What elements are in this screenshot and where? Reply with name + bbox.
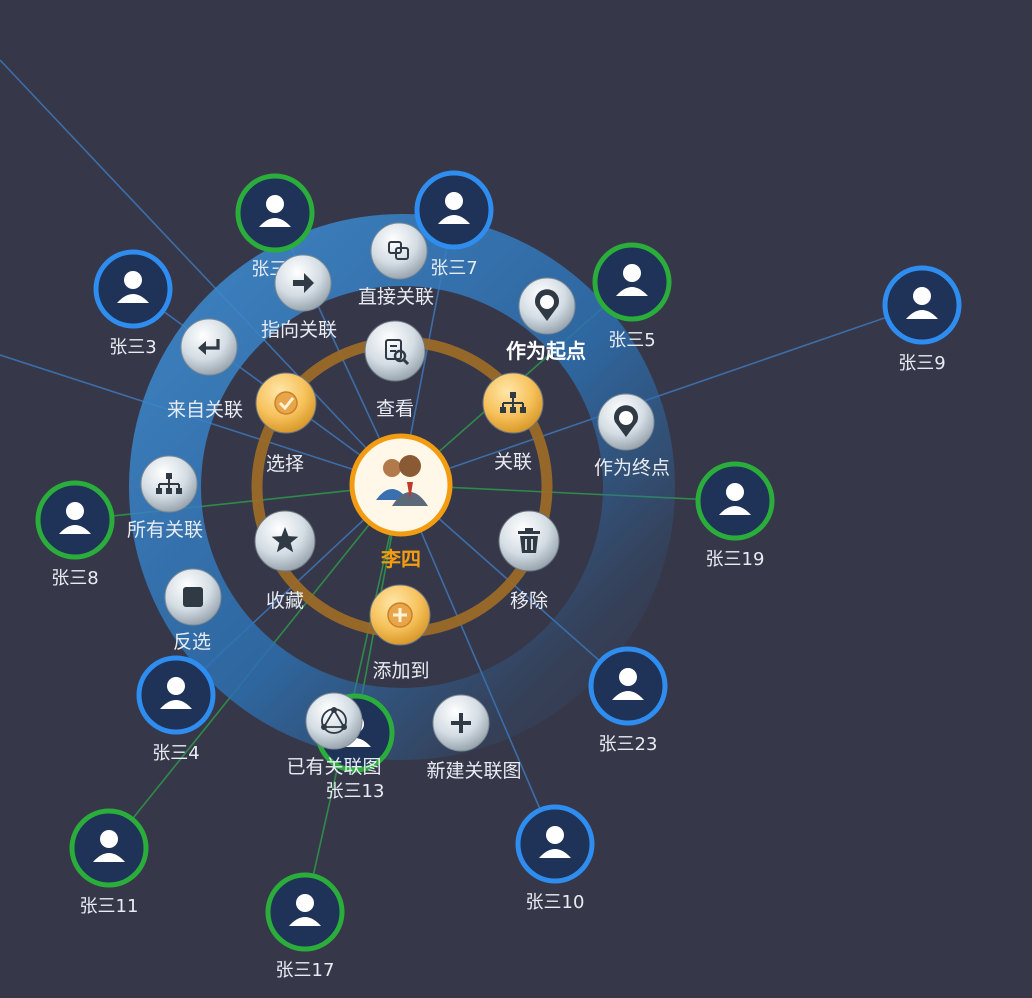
person-node[interactable]: 张三19 [695, 461, 775, 570]
person-label: 张三11 [80, 896, 139, 917]
menu-item-select[interactable]: 选择 [255, 372, 317, 475]
menu-label: 反选 [173, 631, 211, 653]
person-node[interactable]: 张三3 [93, 249, 173, 358]
menu-label: 直接关联 [358, 286, 434, 308]
menu-item-remove[interactable]: 移除 [498, 510, 560, 612]
person-node[interactable]: 张三10 [515, 804, 595, 913]
menu-label: 查看 [376, 398, 414, 420]
person-label: 张三8 [51, 568, 98, 589]
person-label: 张三9 [898, 353, 945, 374]
menu-label: 添加到 [372, 660, 429, 682]
person-node[interactable]: 张三11 [69, 808, 149, 917]
person-label: 张三3 [109, 337, 156, 358]
menu-item-add_to[interactable]: 添加到 [369, 584, 431, 682]
menu-label: 已有关联图 [286, 756, 381, 778]
menu-item-relate[interactable]: 关联 [482, 372, 544, 473]
person-label: 张三10 [526, 892, 585, 913]
menu-label: 收藏 [266, 590, 304, 612]
person-label: 张三19 [706, 549, 765, 570]
menu-label: 新建关联图 [426, 760, 521, 782]
menu-label: 来自关联 [167, 399, 243, 421]
menu-label: 选择 [266, 453, 304, 475]
relation-graph: 张三3张三1 张三7张三5张三9张三19张三8张三4 张三23张三13张三11张三1… [0, 59, 962, 981]
person-label: 张三23 [599, 734, 658, 755]
person-label: 张三4 [152, 743, 199, 764]
person-node[interactable]: 张三23 [588, 646, 668, 755]
person-node[interactable]: 张三4 [136, 655, 216, 764]
menu-label: 指向关联 [261, 319, 337, 341]
person-node[interactable]: 张三9 [882, 265, 962, 374]
menu-label: 移除 [510, 590, 548, 612]
person-label: 张三7 [430, 258, 477, 279]
square-icon [183, 587, 203, 607]
center-node[interactable]: 李四 [349, 433, 453, 571]
center-label: 李四 [380, 547, 421, 571]
menu-label: 所有关联 [127, 519, 203, 541]
menu-label: 作为起点 [506, 339, 586, 363]
person-node[interactable]: 张三8 [35, 480, 115, 589]
relation-graph-canvas[interactable]: 张三3 张三1 张三7 张三5 张三9 张三19 张三8 张三4 张三23 张三13 张三11 张三1… [0, 0, 1032, 994]
person-label: 张三13 [326, 781, 385, 802]
person-label: 张三5 [608, 330, 655, 351]
person-node[interactable]: 张三17 [265, 872, 345, 981]
menu-label: 作为终点 [594, 457, 670, 479]
check-icon [274, 391, 298, 415]
plus-circle-icon [387, 602, 413, 628]
person-label: 张三17 [276, 960, 335, 981]
menu-label: 关联 [494, 451, 532, 473]
